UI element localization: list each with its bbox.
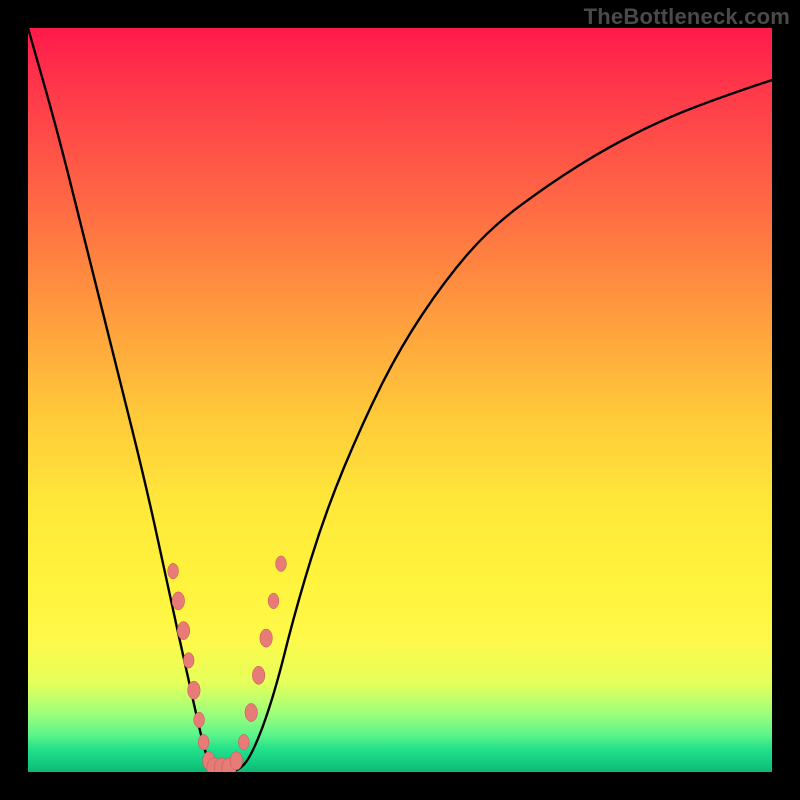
watermark-text: TheBottleneck.com xyxy=(584,4,790,30)
plot-area xyxy=(28,28,772,772)
curve-marker xyxy=(188,681,201,699)
bottleneck-curve xyxy=(28,28,772,772)
curve-marker xyxy=(230,752,243,770)
curve-marker xyxy=(252,666,265,684)
curve-marker xyxy=(168,563,179,579)
curve-marker xyxy=(194,712,205,728)
chart-stage: TheBottleneck.com xyxy=(0,0,800,800)
curve-marker xyxy=(276,556,287,572)
curve-marker xyxy=(198,734,209,750)
curve-marker xyxy=(238,734,249,750)
curve-markers xyxy=(168,556,287,772)
curve-layer xyxy=(28,28,772,772)
curve-marker xyxy=(268,593,279,609)
curve-marker xyxy=(245,703,258,721)
curve-marker xyxy=(260,629,273,647)
curve-marker xyxy=(183,653,194,669)
curve-marker xyxy=(177,622,190,640)
curve-path xyxy=(28,28,772,772)
curve-marker xyxy=(172,592,185,610)
